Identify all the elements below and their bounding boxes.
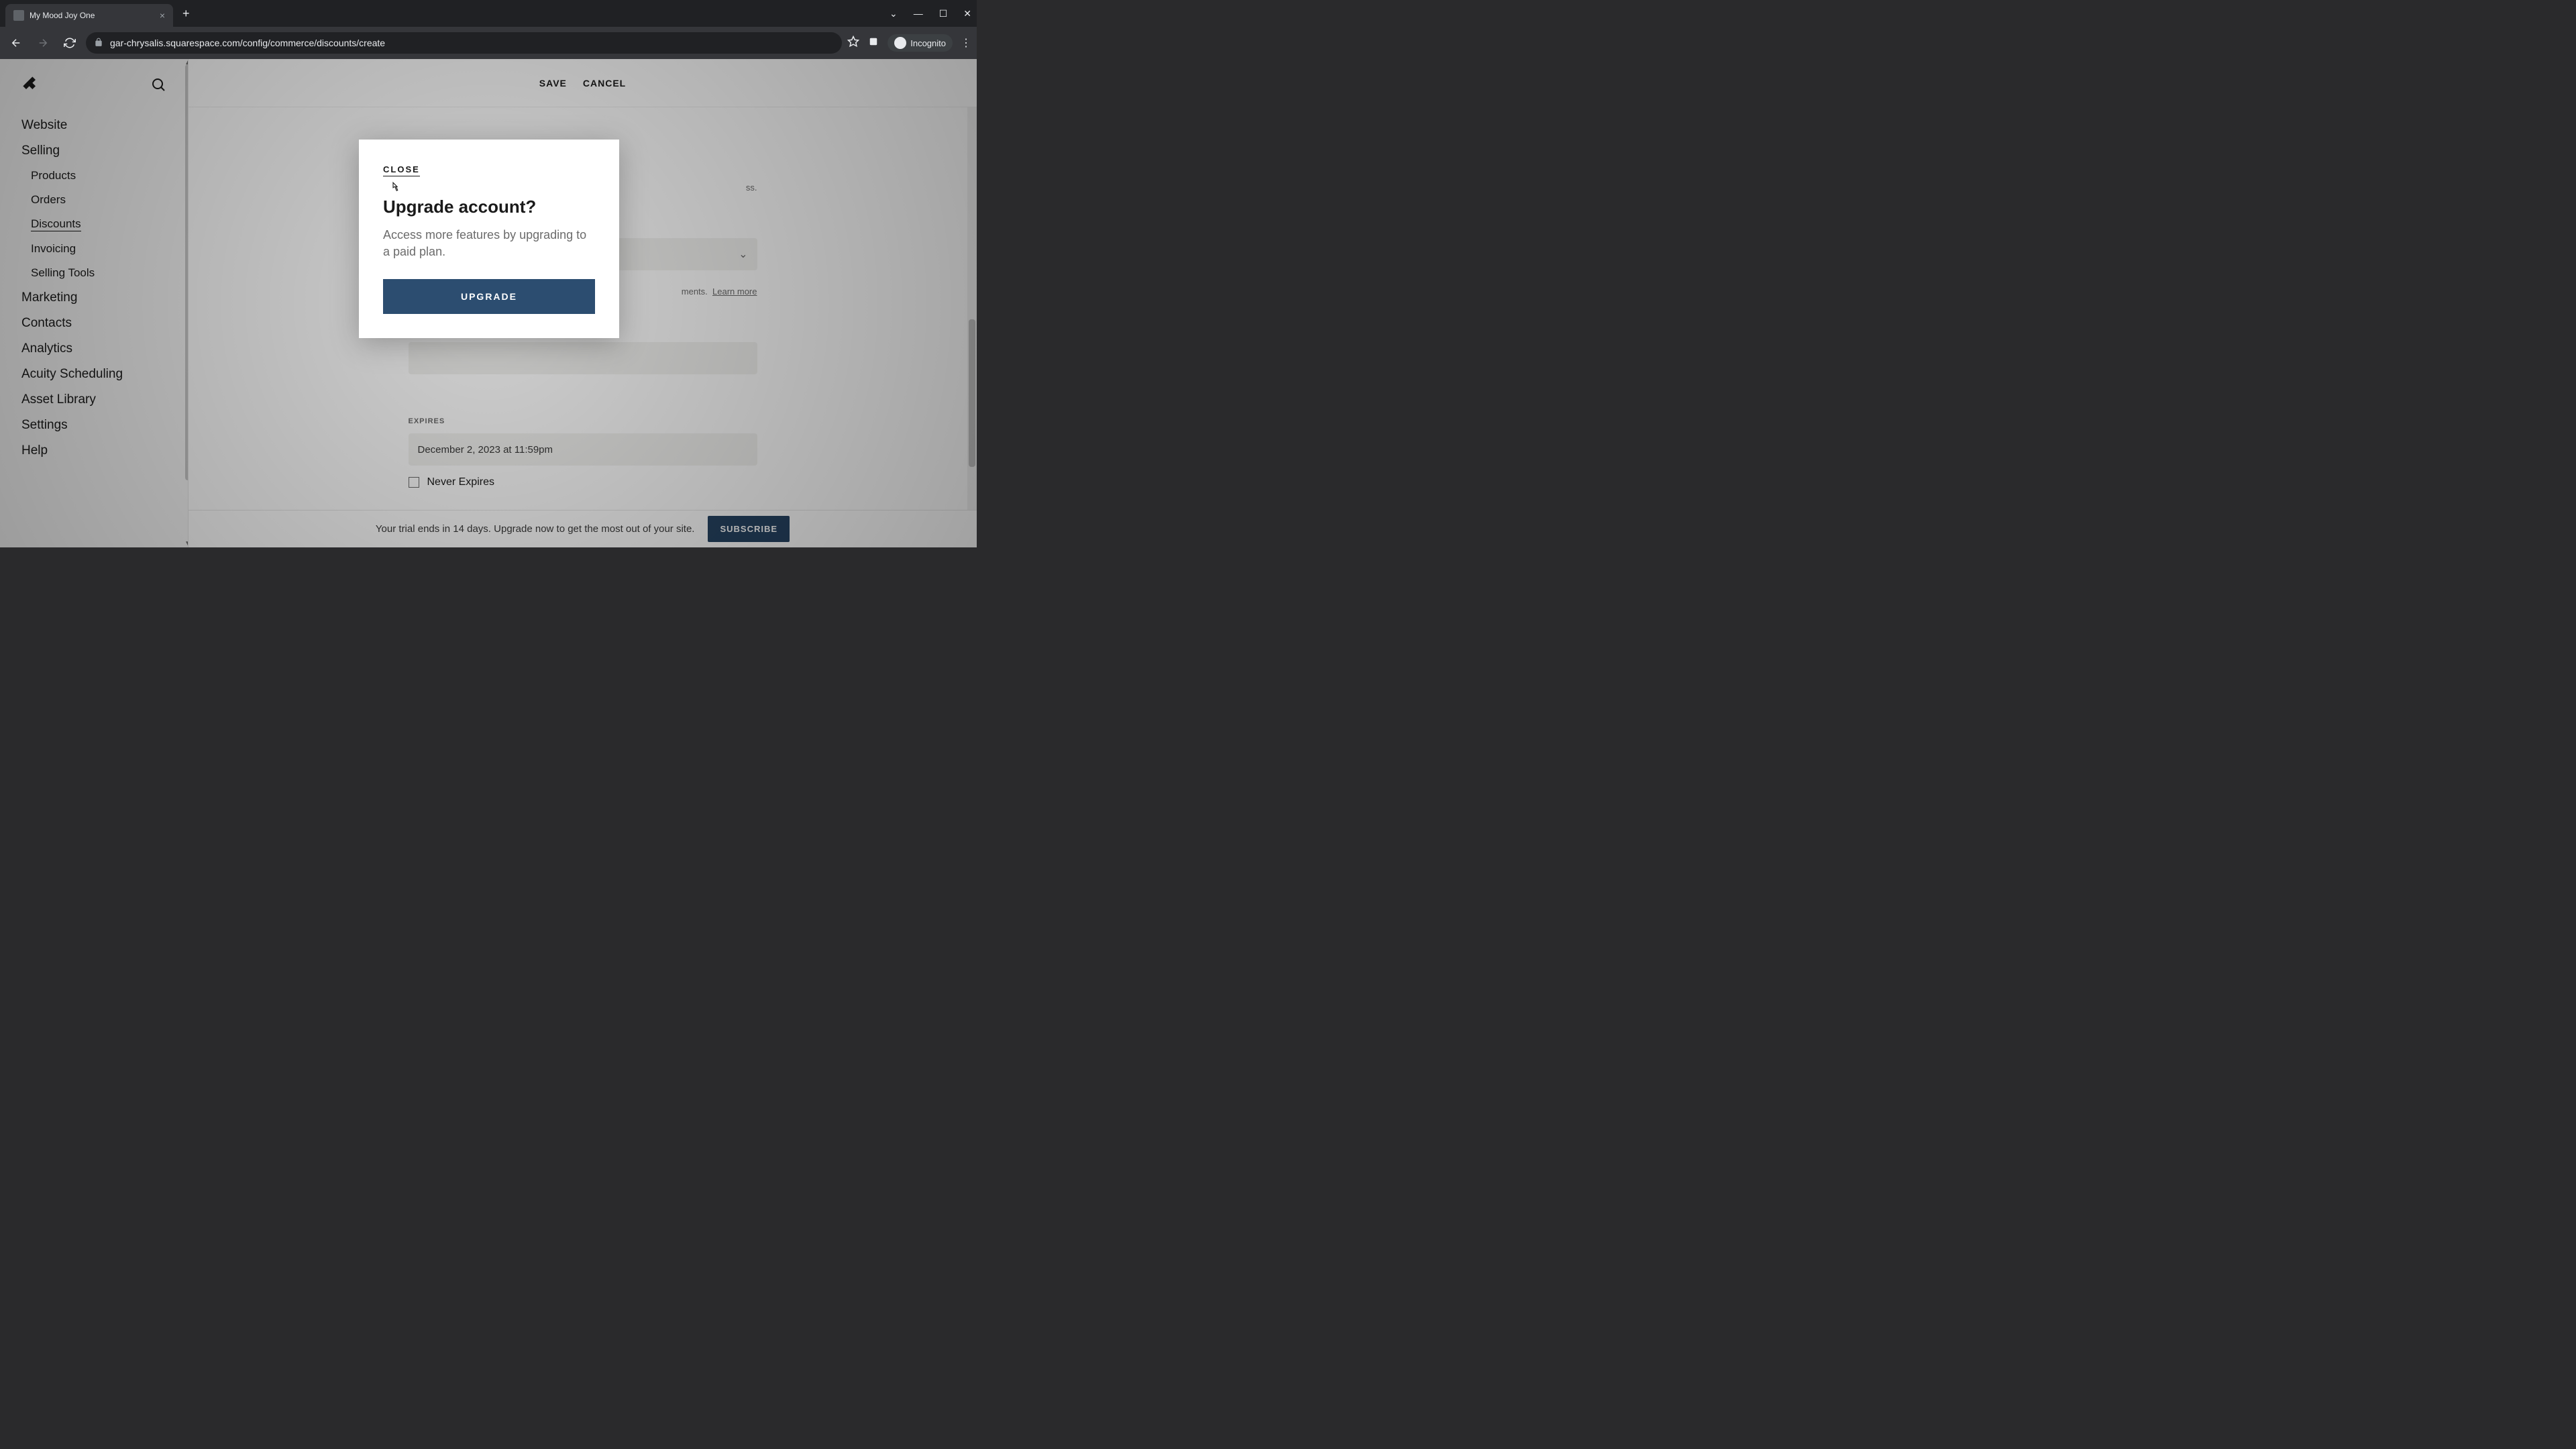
browser-titlebar: My Mood Joy One × + ⌄ — ☐ ✕ bbox=[0, 0, 977, 27]
browser-menu-icon[interactable]: ⋮ bbox=[961, 36, 971, 50]
incognito-label: Incognito bbox=[910, 38, 946, 48]
lock-icon bbox=[94, 38, 103, 49]
upgrade-button[interactable]: UPGRADE bbox=[383, 279, 595, 314]
browser-address-bar: gar-chrysalis.squarespace.com/config/com… bbox=[0, 27, 977, 59]
tab-favicon bbox=[13, 10, 24, 21]
maximize-icon[interactable]: ☐ bbox=[939, 8, 948, 19]
modal-close-button[interactable]: CLOSE bbox=[383, 164, 420, 176]
minimize-icon[interactable]: — bbox=[914, 8, 923, 19]
url-text: gar-chrysalis.squarespace.com/config/com… bbox=[110, 38, 385, 48]
incognito-badge[interactable]: Incognito bbox=[888, 34, 953, 52]
modal-title: Upgrade account? bbox=[383, 197, 595, 217]
browser-tab[interactable]: My Mood Joy One × bbox=[5, 4, 173, 27]
url-bar[interactable]: gar-chrysalis.squarespace.com/config/com… bbox=[86, 32, 842, 54]
modal-body: Access more features by upgrading to a p… bbox=[383, 227, 595, 260]
tab-title: My Mood Joy One bbox=[30, 11, 154, 20]
upgrade-modal: CLOSE Upgrade account? Access more featu… bbox=[359, 140, 619, 338]
forward-button[interactable] bbox=[32, 32, 54, 54]
bookmark-icon[interactable] bbox=[847, 36, 859, 51]
new-tab-button[interactable]: + bbox=[173, 7, 199, 21]
close-window-icon[interactable]: ✕ bbox=[963, 8, 971, 19]
extensions-icon[interactable] bbox=[867, 36, 879, 51]
reload-button[interactable] bbox=[59, 32, 80, 54]
incognito-icon bbox=[894, 37, 906, 49]
back-button[interactable] bbox=[5, 32, 27, 54]
window-controls: ⌄ — ☐ ✕ bbox=[890, 8, 977, 19]
tabs-dropdown-icon[interactable]: ⌄ bbox=[890, 8, 898, 19]
tab-close-icon[interactable]: × bbox=[160, 10, 165, 21]
